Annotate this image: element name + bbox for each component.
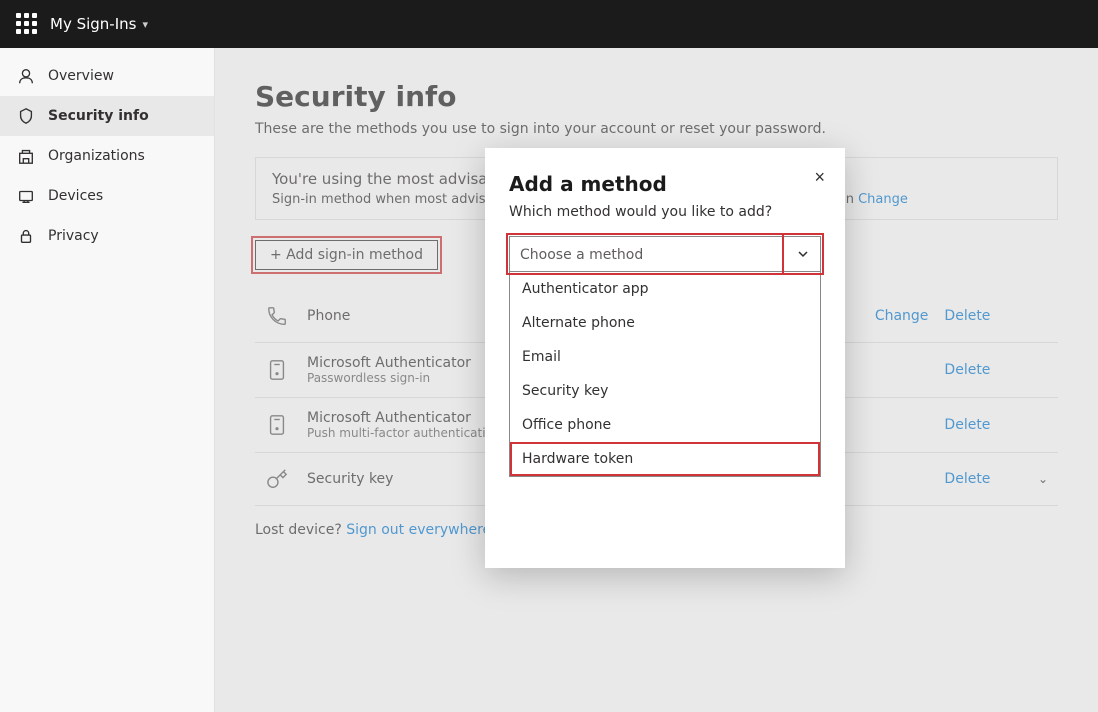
device-icon xyxy=(16,186,36,206)
add-method-modal: × Add a method Which method would you li… xyxy=(485,148,845,568)
app-name-label: My Sign-Ins xyxy=(50,15,136,33)
modal-overlay: × Add a method Which method would you li… xyxy=(215,48,1098,712)
chevron-down-icon: ▾ xyxy=(142,18,148,31)
sidebar-item-devices[interactable]: Devices xyxy=(0,176,214,216)
method-dropdown-container: Choose a method Authenticator app Altern… xyxy=(509,236,821,477)
sidebar-item-privacy[interactable]: Privacy xyxy=(0,216,214,256)
lock-icon xyxy=(16,226,36,246)
topbar: My Sign-Ins ▾ xyxy=(0,0,1098,48)
sidebar-item-organizations-label: Organizations xyxy=(48,148,145,164)
shield-icon xyxy=(16,106,36,126)
sidebar-item-overview-label: Overview xyxy=(48,68,114,84)
sidebar-item-organizations[interactable]: Organizations xyxy=(0,136,214,176)
sidebar: Overview Security info Organizations xyxy=(0,48,215,712)
app-name[interactable]: My Sign-Ins ▾ xyxy=(50,15,148,33)
modal-title: Add a method xyxy=(509,172,821,196)
layout: Overview Security info Organizations xyxy=(0,48,1098,712)
sidebar-item-privacy-label: Privacy xyxy=(48,228,99,244)
dropdown-option-authenticator-app[interactable]: Authenticator app xyxy=(510,272,820,306)
sidebar-item-devices-label: Devices xyxy=(48,188,103,204)
person-icon xyxy=(16,66,36,86)
dropdown-option-email[interactable]: Email xyxy=(510,340,820,374)
dropdown-option-alternate-phone[interactable]: Alternate phone xyxy=(510,306,820,340)
dropdown-option-hardware-token[interactable]: Hardware token xyxy=(510,442,820,476)
modal-subtitle: Which method would you like to add? xyxy=(509,204,821,220)
dropdown-option-office-phone[interactable]: Office phone xyxy=(510,408,820,442)
sidebar-item-security-info-label: Security info xyxy=(48,108,149,124)
dropdown-list: Authenticator app Alternate phone Email … xyxy=(509,272,821,477)
apps-icon[interactable] xyxy=(16,13,38,35)
building-icon xyxy=(16,146,36,166)
sidebar-item-overview[interactable]: Overview xyxy=(0,56,214,96)
method-dropdown-field[interactable]: Choose a method xyxy=(509,236,821,272)
main-content: Security info These are the methods you … xyxy=(215,48,1098,712)
sidebar-item-security-info[interactable]: Security info xyxy=(0,96,214,136)
dropdown-option-security-key[interactable]: Security key xyxy=(510,374,820,408)
modal-close-button[interactable]: × xyxy=(810,164,829,190)
